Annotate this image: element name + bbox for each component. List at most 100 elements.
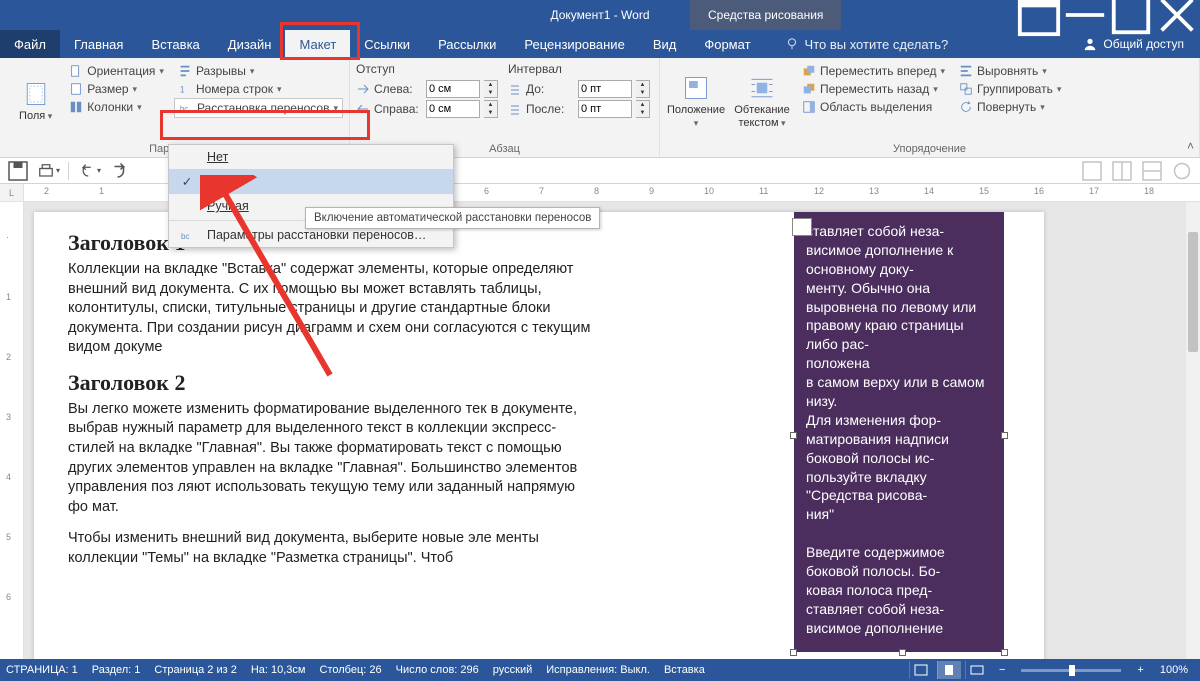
zoom-out-button[interactable]: − — [993, 664, 1011, 676]
print-preview-button[interactable]: ▾ — [36, 160, 60, 182]
view-read-mode[interactable] — [909, 661, 933, 679]
view-print-layout[interactable] — [937, 661, 961, 679]
maximize-button[interactable] — [1108, 0, 1154, 30]
text-box-sidebar[interactable]: ⎚ ставляет собой неза- висимое дополнени… — [794, 212, 1004, 652]
size-button[interactable]: Размер — [65, 80, 168, 98]
status-insert-mode[interactable]: Вставка — [664, 664, 705, 676]
line-numbers-button[interactable]: 1Номера строк — [174, 80, 343, 98]
vertical-scrollbar[interactable] — [1186, 202, 1200, 659]
layout-options-icon[interactable]: ⎚ — [792, 218, 812, 236]
resize-handle[interactable] — [899, 649, 906, 656]
save-button[interactable] — [6, 160, 30, 182]
lightbulb-icon — [785, 37, 799, 51]
table-tool-2[interactable] — [1110, 160, 1134, 182]
indent-right-icon — [356, 102, 370, 116]
status-column[interactable]: Столбец: 26 — [320, 664, 382, 676]
tab-file[interactable]: Файл — [0, 30, 60, 58]
group-objects-button[interactable]: Группировать — [955, 80, 1065, 98]
orientation-button[interactable]: Ориентация — [65, 62, 168, 80]
svg-text:1: 1 — [180, 85, 185, 95]
sidebar-text[interactable]: ставляет собой неза- висимое дополнение … — [806, 222, 992, 638]
status-track-changes[interactable]: Исправления: Выкл. — [546, 664, 650, 676]
hyphenation-auto[interactable]: ✓Авто — [169, 169, 453, 194]
indent-left-icon — [356, 82, 370, 96]
tab-home[interactable]: Главная — [60, 30, 137, 58]
hyphenation-none[interactable]: Нет — [169, 145, 453, 169]
view-web-layout[interactable] — [965, 661, 989, 679]
scrollbar-thumb[interactable] — [1188, 232, 1198, 352]
wrap-text-button[interactable]: Обтекание текстом — [726, 62, 798, 141]
status-page-of[interactable]: Страница 2 из 2 — [154, 664, 236, 676]
collapse-ribbon-icon[interactable]: ˄ — [1187, 139, 1194, 153]
rotate-button[interactable]: Повернуть — [955, 98, 1065, 116]
tab-view[interactable]: Вид — [639, 30, 691, 58]
status-word-count[interactable]: Число слов: 296 — [396, 664, 479, 676]
redo-button[interactable] — [107, 160, 131, 182]
indent-right-stepper[interactable]: ▲▼ — [484, 100, 498, 118]
table-tool-3[interactable] — [1140, 160, 1164, 182]
position-button[interactable]: Положение — [666, 62, 726, 141]
minimize-button[interactable] — [1062, 0, 1108, 30]
columns-button[interactable]: Колонки — [65, 98, 168, 116]
status-bar: СТРАНИЦА: 1 Раздел: 1 Страница 2 из 2 На… — [0, 659, 1200, 681]
spacing-after-stepper[interactable]: ▲▼ — [636, 100, 650, 118]
hyphenation-button[interactable]: bcРасстановка переносов — [174, 98, 343, 118]
resize-handle[interactable] — [790, 432, 797, 439]
indent-left: Слева:▲▼ — [356, 80, 498, 98]
resize-handle[interactable] — [1001, 649, 1008, 656]
tab-layout[interactable]: Макет — [285, 30, 350, 58]
send-backward-button[interactable]: Переместить назад — [798, 80, 949, 98]
indent-header: Отступ — [356, 62, 498, 76]
wrap-icon — [748, 74, 776, 102]
selection-pane-button[interactable]: Область выделения — [798, 98, 949, 116]
zoom-level[interactable]: 100% — [1154, 664, 1194, 676]
spacing-after-input[interactable] — [578, 100, 632, 118]
contextual-tab-label: Средства рисования — [690, 0, 841, 30]
margins-button[interactable]: Поля — [6, 62, 65, 141]
zoom-slider[interactable] — [1021, 669, 1121, 672]
indent-right-input[interactable] — [426, 100, 480, 118]
heading-2[interactable]: Заголовок 2 — [68, 370, 598, 396]
document-area: ·123456 Заголовок 1 Коллекции на вкладке… — [0, 202, 1200, 659]
indent-left-stepper[interactable]: ▲▼ — [484, 80, 498, 98]
status-language[interactable]: русский — [493, 664, 532, 676]
tab-review[interactable]: Рецензирование — [510, 30, 638, 58]
status-position[interactable]: На: 10,3см — [251, 664, 306, 676]
group-icon — [959, 82, 973, 96]
zoom-in-button[interactable]: + — [1131, 664, 1149, 676]
vertical-ruler[interactable]: ·123456 — [0, 202, 24, 659]
bring-forward-icon — [802, 64, 816, 78]
close-button[interactable] — [1154, 0, 1200, 30]
table-tool-1[interactable] — [1080, 160, 1104, 182]
ruler-corner[interactable]: L — [0, 184, 24, 201]
tab-format[interactable]: Формат — [690, 30, 764, 58]
tell-me-search[interactable]: Что вы хотите сделать? — [771, 30, 963, 58]
status-page[interactable]: СТРАНИЦА: 1 — [6, 664, 78, 676]
table-tool-4[interactable] — [1170, 160, 1194, 182]
resize-handle[interactable] — [1001, 432, 1008, 439]
tab-insert[interactable]: Вставка — [137, 30, 213, 58]
spacing-before-stepper[interactable]: ▲▼ — [636, 80, 650, 98]
align-button[interactable]: Выровнять — [955, 62, 1065, 80]
tab-design[interactable]: Дизайн — [214, 30, 286, 58]
paragraph-2[interactable]: Вы легко можете изменить форматирование … — [68, 400, 598, 517]
ribbon-display-options-icon[interactable] — [1016, 0, 1062, 30]
print-icon — [36, 161, 56, 181]
spacing-before-input[interactable] — [578, 80, 632, 98]
indent-left-input[interactable] — [426, 80, 480, 98]
undo-button[interactable]: ▾ — [77, 160, 101, 182]
paragraph-3[interactable]: Чтобы изменить внешний вид документа, вы… — [68, 529, 598, 568]
tab-references[interactable]: Ссылки — [350, 30, 424, 58]
title-bar: Документ1 - Word Средства рисования — [0, 0, 1200, 30]
status-section[interactable]: Раздел: 1 — [92, 664, 141, 676]
redo-icon — [107, 159, 131, 183]
document-page[interactable]: Заголовок 1 Коллекции на вкладке "Вставк… — [34, 212, 1044, 672]
resize-handle[interactable] — [790, 649, 797, 656]
breaks-button[interactable]: Разрывы — [174, 62, 343, 80]
tab-mailings[interactable]: Рассылки — [424, 30, 510, 58]
tooltip: Включение автоматической расстановки пер… — [305, 207, 600, 229]
bring-forward-button[interactable]: Переместить вперед — [798, 62, 949, 80]
paragraph-1[interactable]: Коллекции на вкладке "Вставка" содержат … — [68, 260, 598, 358]
zoom-slider-thumb[interactable] — [1069, 665, 1075, 676]
group-paragraph: Отступ Слева:▲▼ Справа:▲▼ Интервал До:▲▼… — [350, 58, 660, 157]
